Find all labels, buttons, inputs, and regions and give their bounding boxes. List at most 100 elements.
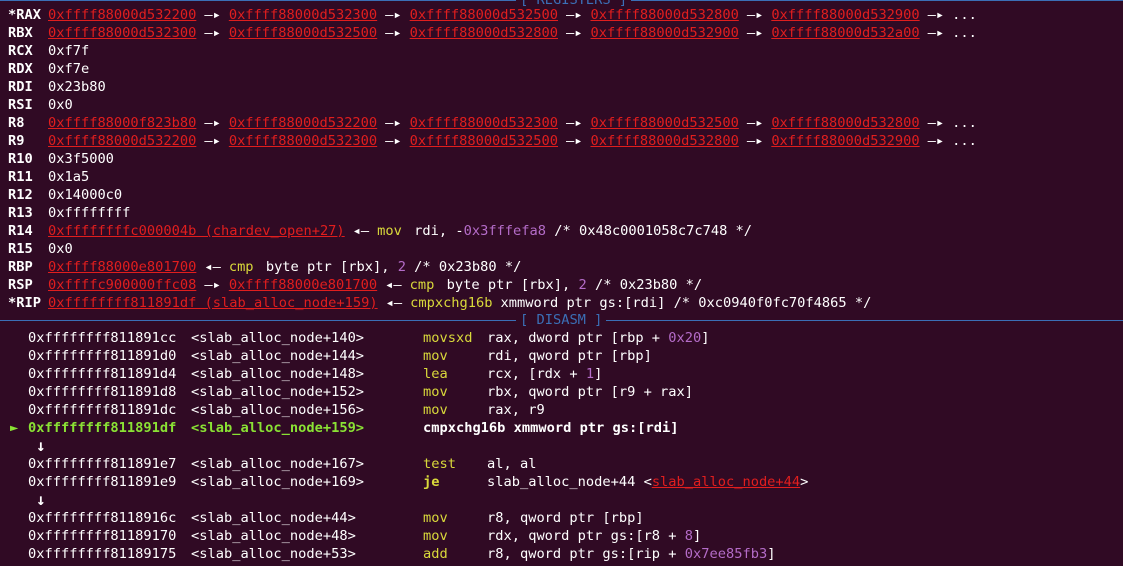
pointer-link[interactable]: 0xffff88000d532200 [48, 133, 196, 149]
register-name: RSI [8, 97, 33, 113]
instruction-operands: r8, qword ptr gs:[rip + [487, 546, 685, 562]
pointer-arrow: —▸ [566, 133, 583, 149]
instruction-symbol: <slab_alloc_node+140> [191, 330, 365, 346]
pointer-link[interactable]: 0xffff88000f823b80 [48, 115, 196, 131]
pointer-link[interactable]: 0xffff88000d532500 [410, 7, 558, 23]
register-row: RCX 0xf7f [0, 42, 89, 60]
instruction-mnemonic: mov [423, 528, 448, 544]
register-row: R15 0x0 [0, 240, 73, 258]
register-row: RSP 0xffffc900000ffc08 —▸ 0xffff88000e80170… [0, 276, 702, 294]
register-name: R15 [8, 241, 33, 257]
register-row: RBP 0xffff88000e801700 ◂— cmp byte ptr [rbx]… [0, 258, 521, 276]
instruction-address: 0xffffffff811891d0 [28, 348, 177, 364]
instruction-symbol: <slab_alloc_node+152> [191, 384, 365, 400]
pointer-link[interactable]: 0xffff88000d532300 [229, 133, 377, 149]
instruction-address: 0xffffffff811891cc [28, 330, 177, 346]
disasm-header-title: [ DISASM ] [516, 311, 607, 329]
instruction-operands: rdx, qword ptr gs:[r8 + [487, 528, 685, 544]
instruction-comment: /* 0x23b80 */ [405, 259, 522, 275]
instruction-operands: rbx, qword ptr [r9 + rax] [487, 384, 694, 400]
disasm-row: 0xffffffff811891e7 <slab_alloc_node+167> t… [28, 455, 536, 473]
pointer-arrow: —▸ [385, 7, 402, 23]
register-name: RBX [8, 25, 33, 41]
instruction-mnemonic: mov [423, 402, 448, 418]
pointer-link[interactable]: 0xffff88000d532800 [590, 7, 738, 23]
pointer-arrow: —▸ [927, 115, 945, 131]
pointer-link[interactable]: 0xffff88000d532500 [410, 133, 558, 149]
disasm-row: 0xffffffff811891d0 <slab_alloc_node+144> m… [28, 347, 652, 365]
pointer-link[interactable]: 0xffff88000d532300 [229, 7, 377, 23]
pointer-link[interactable]: 0xffff88000d532900 [590, 25, 738, 41]
register-row: R13 0xffffffff [0, 204, 130, 222]
instruction-operands: rax, r9 [487, 402, 545, 418]
pointer-arrow: ◂— [385, 295, 403, 311]
register-name: *RAX [8, 7, 41, 23]
pointer-arrow: —▸ [566, 115, 583, 131]
chain-ellipsis: ... [952, 7, 977, 23]
instruction-operands-tail: ] [701, 330, 710, 346]
pointer-arrow: —▸ [385, 133, 402, 149]
pointer-link[interactable]: 0xffff88000d532500 [590, 115, 738, 131]
pointer-link[interactable]: 0xffff88000d532800 [771, 115, 919, 131]
instruction-operands: rdi, - [414, 223, 464, 239]
instruction-address: 0xffffffff811891d4 [28, 366, 177, 382]
instruction-mnemonic: lea [423, 366, 448, 382]
pointer-link[interactable]: 0xffff88000e801700 [48, 259, 196, 275]
pointer-link[interactable]: 0xffff88000d532900 [771, 133, 919, 149]
instruction-mnemonic: cmpxchg16b [423, 420, 506, 436]
instruction-comment: /* 0xc0940f0fc70f4865 */ [665, 295, 872, 311]
current-instruction-marker: ► [10, 420, 19, 436]
terminal-window[interactable]: [ REGISTERS ] *RAX 0xffff88000d532200 —▸ 0x… [0, 0, 1123, 566]
pointer-link[interactable]: 0xffff88000d532200 [48, 7, 196, 23]
instruction-address: 0xffffffff81189170 [28, 528, 177, 544]
register-row: RSI 0x0 [0, 96, 73, 114]
jump-arrow-icon: ↓ [36, 436, 46, 455]
jump-target-link[interactable]: slab_alloc_node+44 [652, 474, 800, 490]
instruction-symbol: <slab_alloc_node+144> [191, 348, 365, 364]
jump-arrow-icon: ↓ [36, 490, 46, 509]
pointer-arrow: —▸ [927, 25, 945, 41]
instruction-operands: byte ptr [rbx], [265, 259, 398, 275]
register-value: 0x0 [48, 241, 73, 257]
register-value: 0x14000c0 [48, 187, 123, 203]
register-row: R12 0x14000c0 [0, 186, 122, 204]
instruction-symbol: <slab_alloc_node+156> [191, 402, 365, 418]
pointer-link[interactable]: 0xffff88000d532900 [771, 7, 919, 23]
chain-ellipsis: ... [952, 25, 977, 41]
pointer-link[interactable]: 0xffff88000d532a00 [771, 25, 919, 41]
pointer-arrow: —▸ [566, 7, 583, 23]
pointer-arrow: ◂— [352, 223, 370, 239]
pointer-link[interactable]: 0xffffffff811891df (slab_alloc_node+159) [48, 295, 378, 311]
pointer-arrow: —▸ [204, 115, 221, 131]
instruction-address: 0xffffffff8118916c [28, 510, 177, 526]
register-name: RDI [8, 79, 33, 95]
pointer-link[interactable]: 0xffffc900000ffc08 [48, 277, 196, 293]
register-name: R9 [8, 133, 25, 149]
disasm-row: 0xffffffff81189170 <slab_alloc_node+48> mo… [28, 527, 701, 545]
pointer-link[interactable]: 0xffff88000d532200 [229, 115, 377, 131]
pointer-arrow: ◂— [385, 277, 402, 293]
register-value: 0x3f5000 [48, 151, 114, 167]
pointer-link[interactable]: 0xffffffffc000004b (chardev_open+27) [48, 223, 345, 239]
instruction-symbol: <slab_alloc_node+169> [191, 474, 365, 490]
pointer-link[interactable]: 0xffff88000d532800 [590, 133, 738, 149]
pointer-link[interactable]: 0xffff88000d532300 [48, 25, 196, 41]
register-name: RCX [8, 43, 33, 59]
instruction-comment: /* 0x48c0001058c7c748 */ [546, 223, 753, 239]
pointer-link[interactable]: 0xffff88000e801700 [229, 277, 377, 293]
register-value: 0x1a5 [48, 169, 90, 185]
instruction-operands-tail: ] [767, 546, 776, 562]
pointer-link[interactable]: 0xffff88000d532500 [229, 25, 377, 41]
instruction-mnemonic: mov [423, 510, 448, 526]
chain-ellipsis: ... [952, 133, 977, 149]
instruction-mnemonic: cmp [228, 259, 254, 275]
instruction-operands: slab_alloc_node+44 < [487, 474, 652, 490]
pointer-link[interactable]: 0xffff88000d532800 [410, 25, 558, 41]
pointer-arrow: —▸ [204, 277, 221, 293]
pointer-link[interactable]: 0xffff88000d532300 [410, 115, 558, 131]
instruction-operands: rdi, qword ptr [rbp] [487, 348, 652, 364]
disasm-row: ► 0xffffffff811891df <slab_alloc_node+159>… [10, 419, 678, 437]
register-value: 0x0 [48, 97, 73, 113]
instruction-mnemonic: je [423, 474, 440, 490]
pointer-arrow: —▸ [204, 133, 221, 149]
